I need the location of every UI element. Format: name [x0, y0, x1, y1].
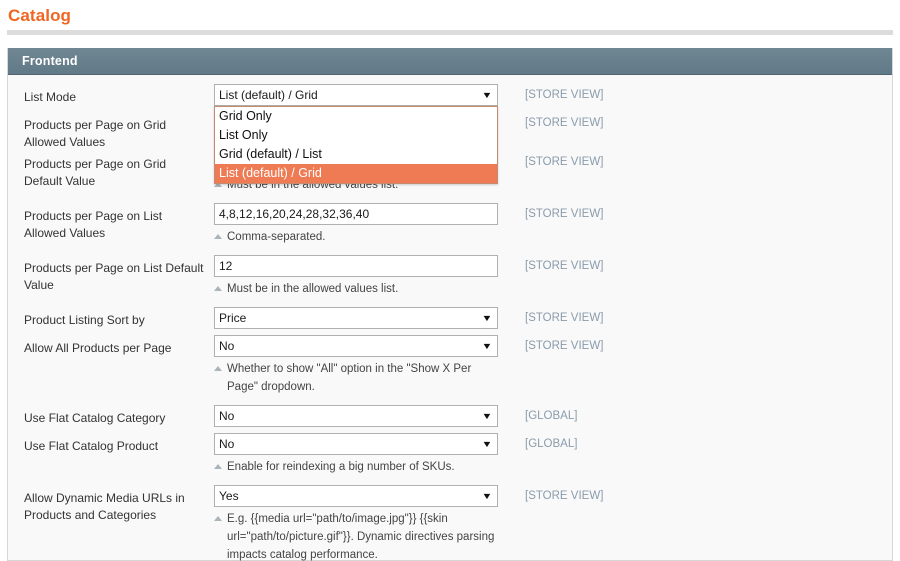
scope-label-products-per-page-list-allowed: [STORE VIEW] — [525, 208, 604, 220]
field-note-products-per-page-list-default: Must be in the allowed values list. — [214, 280, 500, 298]
field-label-products-per-page-grid-default: Products per Page on Grid Default Value — [24, 157, 167, 188]
select-value-use-flat-catalog-product: No — [219, 437, 235, 451]
select-product-listing-sort-by[interactable]: Price ▼ — [214, 307, 498, 329]
row-spacer — [214, 298, 500, 307]
frontend-section-title: Frontend — [22, 54, 78, 68]
field-label-product-listing-sort-by: Product Listing Sort by — [24, 313, 145, 327]
field-label-use-flat-catalog-category: Use Flat Catalog Category — [24, 411, 166, 425]
chevron-down-icon: ▼ — [481, 439, 493, 449]
scope-label-list-mode: [STORE VIEW] — [525, 89, 604, 101]
scope-label-use-flat-catalog-product: [GLOBAL] — [525, 438, 578, 450]
field-label-products-per-page-list-allowed: Products per Page on List Allowed Values — [24, 209, 163, 240]
scope-label-products-per-page-list-default: [STORE VIEW] — [525, 260, 604, 272]
page-title: Catalog — [8, 6, 72, 25]
field-control-product-listing-sort-by: Price ▼ — [214, 307, 500, 335]
row-spacer — [214, 246, 500, 255]
dropdown-option[interactable]: Grid (default) / List — [215, 145, 497, 164]
field-note-text: E.g. {{media url="path/to/image.jpg"}} {… — [227, 513, 495, 561]
select-allow-dynamic-media-urls[interactable]: Yes ▼ — [214, 485, 498, 507]
row-spacer — [214, 396, 500, 405]
warning-triangle-icon — [214, 464, 223, 469]
chevron-down-icon: ▼ — [481, 341, 493, 351]
select-allow-all-products-per-page[interactable]: No ▼ — [214, 335, 498, 357]
frontend-section-body: List Mode List (default) / Grid ▼ Grid Only… — [8, 75, 892, 561]
select-use-flat-catalog-product[interactable]: No ▼ — [214, 433, 498, 455]
field-row: Products per Page on List Allowed Values… — [8, 203, 892, 255]
field-note-allow-dynamic-media-urls: E.g. {{media url="path/to/image.jpg"}} {… — [214, 510, 500, 561]
field-row: Allow Dynamic Media URLs in Products and… — [8, 485, 892, 561]
field-row: Use Flat Catalog Product No ▼ Enable for re… — [8, 433, 892, 485]
field-label-list-mode: List Mode — [24, 90, 77, 104]
catalog-configuration-page: Catalog Frontend List Mode List (default)… — [0, 0, 900, 561]
dropdown-option[interactable]: List Only — [215, 126, 497, 145]
select-value-allow-dynamic-media-urls: Yes — [219, 489, 239, 503]
field-control-allow-dynamic-media-urls: Yes ▼ E.g. {{media url="path/to/image.jpg"… — [214, 485, 500, 561]
scope-label-product-listing-sort-by: [STORE VIEW] — [525, 312, 604, 324]
row-spacer — [214, 194, 500, 203]
field-label-allow-all-products-per-page: Allow All Products per Page — [24, 341, 172, 355]
warning-triangle-icon — [214, 234, 223, 239]
scope-label-use-flat-catalog-category: [GLOBAL] — [525, 410, 578, 422]
chevron-down-icon: ▼ — [481, 90, 493, 100]
field-control-use-flat-catalog-product: No ▼ Enable for reindexing a big number of… — [214, 433, 500, 485]
field-note-text: Must be in the allowed values list. — [227, 283, 399, 295]
dropdown-option[interactable]: Grid Only — [215, 107, 497, 126]
field-note-text: Whether to show "All" option in the "Sho… — [227, 363, 472, 393]
select-value-allow-all-products-per-page: No — [219, 339, 235, 353]
field-row: Use Flat Catalog Category No ▼ [GLOBAL] — [8, 405, 892, 433]
field-control-list-mode: List (default) / Grid ▼ Grid Only List Only… — [214, 84, 500, 184]
chevron-down-icon: ▼ — [481, 491, 493, 501]
scope-label-products-per-page-grid-allowed: [STORE VIEW] — [525, 117, 604, 129]
field-row: Products per Page on List Default Value M… — [8, 255, 892, 307]
select-value-product-listing-sort-by: Price — [219, 311, 247, 325]
row-spacer — [214, 476, 500, 485]
dropdown-list-list-mode[interactable]: Grid Only List Only Grid (default) / List L… — [214, 106, 498, 184]
warning-triangle-icon — [214, 516, 223, 521]
select-use-flat-catalog-category[interactable]: No ▼ — [214, 405, 498, 427]
field-control-allow-all-products-per-page: No ▼ Whether to show "All" option in the "… — [214, 335, 500, 405]
field-label-products-per-page-list-default: Products per Page on List Default Value — [24, 261, 204, 292]
dropdown-option[interactable]: List (default) / Grid — [215, 164, 497, 183]
field-note-text: Enable for reindexing a big number of SK… — [227, 461, 455, 473]
field-row: Allow All Products per Page No ▼ Whether to… — [8, 335, 892, 405]
field-row: Product Listing Sort by Price ▼ [STORE VIEW… — [8, 307, 892, 335]
scope-label-products-per-page-grid-default: [STORE VIEW] — [525, 156, 604, 168]
warning-triangle-icon — [214, 366, 223, 371]
frontend-section-panel: Frontend List Mode List (default) / Grid ▼… — [7, 48, 893, 561]
field-row: List Mode List (default) / Grid ▼ Grid Only… — [8, 84, 892, 184]
field-control-products-per-page-list-default: Must be in the allowed values list. — [214, 255, 500, 307]
field-note-allow-all-products-per-page: Whether to show "All" option in the "Sho… — [214, 360, 500, 396]
scope-label-allow-all-products-per-page: [STORE VIEW] — [525, 340, 604, 352]
scope-label-allow-dynamic-media-urls: [STORE VIEW] — [525, 490, 604, 502]
title-divider — [7, 30, 893, 35]
field-label-allow-dynamic-media-urls: Allow Dynamic Media URLs in Products and… — [24, 491, 185, 522]
input-products-per-page-list-allowed[interactable] — [214, 203, 498, 225]
select-value-use-flat-catalog-category: No — [219, 409, 235, 423]
field-label-use-flat-catalog-product: Use Flat Catalog Product — [24, 439, 159, 453]
input-products-per-page-list-default[interactable] — [214, 255, 498, 277]
frontend-section-header[interactable]: Frontend — [8, 48, 892, 75]
field-note-use-flat-catalog-product: Enable for reindexing a big number of SK… — [214, 458, 500, 476]
chevron-down-icon: ▼ — [481, 313, 493, 323]
field-note-text: Comma-separated. — [227, 231, 326, 243]
field-control-use-flat-catalog-category: No ▼ — [214, 405, 500, 433]
field-note-products-per-page-list-allowed: Comma-separated. — [214, 228, 500, 246]
select-list-mode[interactable]: List (default) / Grid ▼ — [214, 84, 498, 106]
warning-triangle-icon — [214, 286, 223, 291]
select-value-list-mode: List (default) / Grid — [219, 88, 318, 102]
field-label-products-per-page-grid-allowed: Products per Page on Grid Allowed Values — [24, 118, 167, 149]
chevron-down-icon: ▼ — [481, 411, 493, 421]
field-control-products-per-page-list-allowed: Comma-separated. — [214, 203, 500, 255]
